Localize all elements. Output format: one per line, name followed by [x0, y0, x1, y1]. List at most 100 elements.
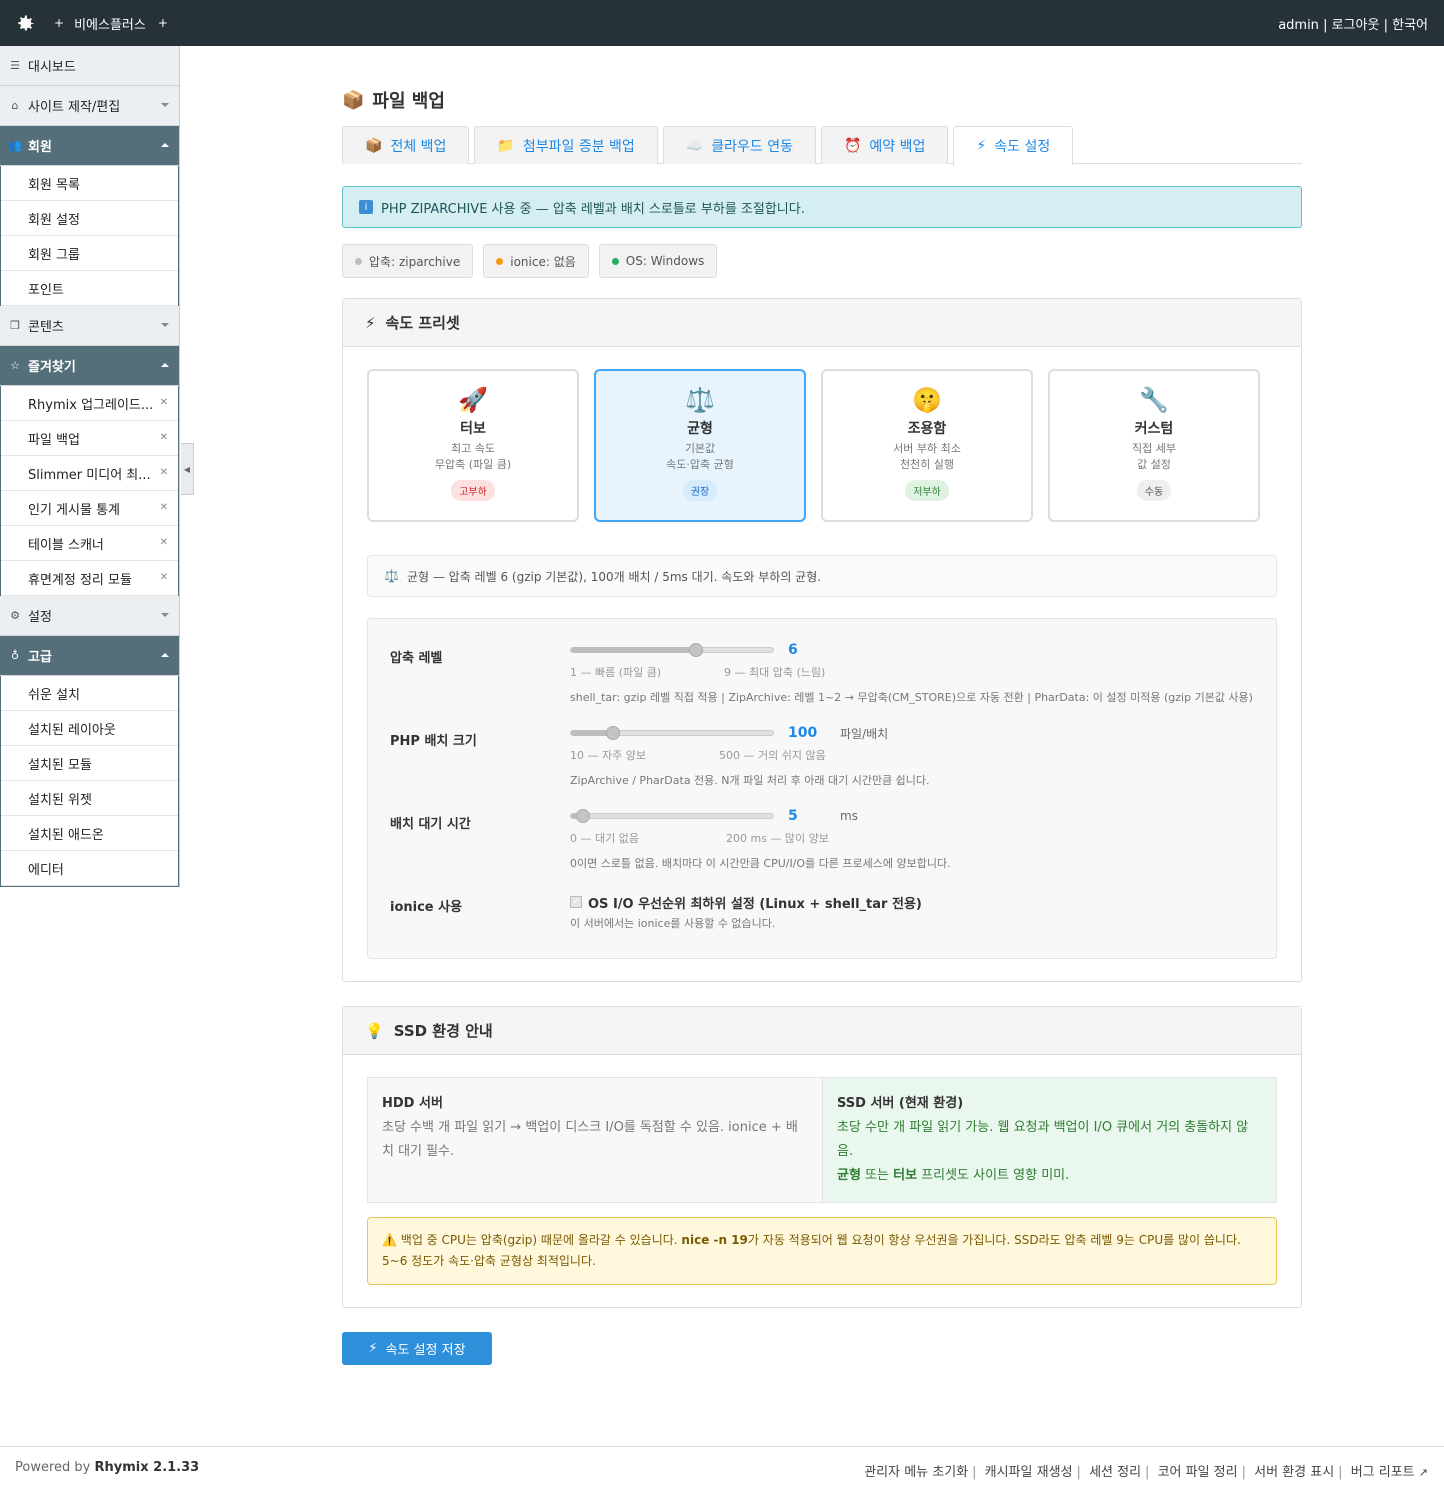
slider-handle[interactable]: [605, 726, 620, 740]
ssd-tip: 균형 또는 터보 프리셋도 사이트 영향 미미.: [837, 1164, 1262, 1188]
preset-desc-line: 무압축 (파일 큼): [434, 458, 512, 471]
lightbulb-icon: 💡: [365, 1021, 384, 1040]
batch-size-slider[interactable]: [570, 726, 774, 740]
footer-link-bug-report[interactable]: 버그 리포트: [1351, 1465, 1415, 1480]
footer-link-regenerate-cache[interactable]: 캐시파일 재생성: [985, 1465, 1073, 1480]
ionice-checkbox[interactable]: ✓: [570, 896, 582, 908]
tick-min: 1 — 빠름 (파일 큼): [570, 666, 662, 679]
close-icon[interactable]: ✕: [160, 502, 168, 513]
shush-face-icon: 🤫: [912, 386, 942, 414]
batch-wait-row: 배치 대기 시간 5 ms 0 — 대기 없음 200 ms — 많이 양보 0이…: [390, 805, 1254, 874]
gear-icon[interactable]: [14, 11, 38, 35]
favorite-item[interactable]: 파일 백업 ✕: [1, 421, 178, 456]
preset-card-quiet[interactable]: 🤫 조용함 서버 부하 최소 천천히 실행 저부하: [821, 369, 1033, 522]
tick-max: 9 — 최대 압축 (느림): [724, 666, 826, 679]
favorite-item[interactable]: 휴면계정 정리 모듈 ✕: [1, 561, 178, 596]
speed-preset-panel: ⚡ 속도 프리셋 🚀 터보 최고 속도 무압축 (파일 큼) 고부하 ⚖️ 균형 …: [342, 298, 1302, 982]
tab-label: 속도 설정: [994, 139, 1051, 155]
add-icon[interactable]: +: [54, 16, 64, 30]
tab-scheduled-backup[interactable]: ⏰ 예약 백업: [820, 126, 949, 164]
close-icon[interactable]: ✕: [160, 432, 168, 443]
save-speed-settings-button[interactable]: ⚡ 속도 설정 저장: [342, 1332, 492, 1365]
separator: |: [1241, 1465, 1246, 1480]
ssd-title: SSD 서버 (현재 환경): [837, 1096, 964, 1111]
tick-max: 200 ms — 많이 양보: [726, 832, 829, 845]
tab-incremental-backup[interactable]: 📁 첨부파일 증분 백업: [474, 126, 658, 164]
batch-wait-slider[interactable]: [570, 809, 774, 823]
tab-cloud[interactable]: ☁️ 클라우드 연동: [662, 126, 816, 164]
footer-link-server-env[interactable]: 서버 환경 표시: [1254, 1465, 1334, 1480]
slider-handle[interactable]: [688, 643, 703, 657]
panel-body: 🚀 터보 최고 속도 무압축 (파일 큼) 고부하 ⚖️ 균형 기본값 속도·압축 …: [343, 347, 1301, 981]
preset-description: ⚖️ 균형 — 압축 레벨 6 (gzip 기본값), 100개 배치 / 5m…: [367, 555, 1277, 597]
disk-comparison: HDD 서버 초당 수백 개 파일 읽기 → 백업이 디스크 I/O를 독점할 …: [367, 1077, 1277, 1203]
tab-full-backup[interactable]: 📦 전체 백업: [342, 126, 470, 164]
user-name-link[interactable]: admin: [1278, 18, 1319, 33]
text: 프리셋도 사이트 영향 미미.: [917, 1168, 1070, 1183]
sidebar-item-label: 콘텐츠: [28, 320, 64, 335]
sidebar-item-advanced[interactable]: ♁ 고급: [0, 636, 179, 676]
close-icon[interactable]: ✕: [160, 537, 168, 548]
favorite-item[interactable]: 테이블 스캐너 ✕: [1, 526, 178, 561]
chevron-down-icon: [161, 103, 169, 107]
close-icon[interactable]: ✕: [160, 397, 168, 408]
sidebar-item-settings[interactable]: ⚙ 설정: [0, 596, 179, 636]
tab-speed-settings[interactable]: ⚡ 속도 설정: [953, 126, 1074, 165]
sidebar-subitem-widgets[interactable]: 설치된 위젯: [1, 781, 178, 816]
chevron-up-icon: [161, 653, 169, 657]
button-label: 속도 설정 저장: [385, 1343, 466, 1358]
sidebar-item-member[interactable]: 👥 회원: [0, 126, 179, 166]
slider-unit: 파일/배치: [840, 726, 889, 741]
sidebar-item-dashboard[interactable]: ☰ 대시보드: [0, 46, 179, 86]
panel-header: ⚡ 속도 프리셋: [343, 299, 1301, 347]
preset-list: 🚀 터보 최고 속도 무압축 (파일 큼) 고부하 ⚖️ 균형 기본값 속도·압축 …: [367, 369, 1277, 522]
sidebar-subitem-member-list[interactable]: 회원 목록: [1, 166, 178, 201]
preset-desc-line: 천천히 실행: [899, 458, 955, 471]
sidebar-subitem-points[interactable]: 포인트: [1, 271, 178, 306]
sidebar-subitem-easy-install[interactable]: 쉬운 설치: [1, 676, 178, 711]
field-label: 압축 레벨: [390, 651, 443, 666]
ionice-chip: ionice: 없음: [483, 244, 589, 278]
preset-card-balanced[interactable]: ⚖️ 균형 기본값 속도·압축 균형 권장: [594, 369, 806, 522]
field-help: ZipArchive / PharData 전용. N개 파일 처리 후 아래 …: [570, 774, 930, 787]
sidebar-item-content[interactable]: ❐ 콘텐츠: [0, 306, 179, 346]
close-icon[interactable]: ✕: [160, 467, 168, 478]
footer-link-reset-menu[interactable]: 관리자 메뉴 초기화: [864, 1465, 968, 1480]
sidebar-item-favorites[interactable]: ☆ 즐겨찾기: [0, 346, 179, 386]
sidebar-subitem-member-group[interactable]: 회원 그룹: [1, 236, 178, 271]
ssd-info-panel: 💡 SSD 환경 안내 HDD 서버 초당 수백 개 파일 읽기 → 백업이 디…: [342, 1006, 1302, 1308]
footer-link-clean-core[interactable]: 코어 파일 정리: [1158, 1465, 1238, 1480]
text: 또는: [860, 1168, 894, 1183]
panel-header: 💡 SSD 환경 안내: [343, 1007, 1301, 1055]
chip-label: ionice: 없음: [510, 254, 576, 269]
language-link[interactable]: 한국어: [1392, 18, 1428, 33]
sidebar-subitem-member-settings[interactable]: 회원 설정: [1, 201, 178, 236]
sidebar-subitem-modules[interactable]: 설치된 모듈: [1, 746, 178, 781]
footer-link-clear-session[interactable]: 세션 정리: [1089, 1465, 1141, 1480]
sidebar-subitem-addons[interactable]: 설치된 애드온: [1, 816, 178, 851]
favorite-item[interactable]: Slimmer 미디어 최... ✕: [1, 456, 178, 491]
preset-card-turbo[interactable]: 🚀 터보 최고 속도 무압축 (파일 큼) 고부하: [367, 369, 579, 522]
field-label: 배치 대기 시간: [390, 817, 471, 832]
close-icon[interactable]: ✕: [160, 572, 168, 583]
logout-link[interactable]: 로그아웃: [1332, 18, 1380, 33]
sidebar-collapse-toggle[interactable]: ◀: [181, 443, 194, 495]
product-link[interactable]: Rhymix 2.1.33: [95, 1460, 200, 1475]
info-icon: i: [359, 200, 373, 214]
site-brand[interactable]: 비에스플러스: [74, 14, 146, 33]
add-site-icon[interactable]: +: [158, 16, 168, 30]
field-label: PHP 배치 크기: [390, 734, 477, 749]
favorite-item[interactable]: 인기 게시물 통계 ✕: [1, 491, 178, 526]
sidebar-subitem-layouts[interactable]: 설치된 레이아웃: [1, 711, 178, 746]
sidebar-item-site-edit[interactable]: ⌂ 사이트 제작/편집: [0, 86, 179, 126]
slider-handle[interactable]: [575, 809, 590, 823]
preset-card-custom[interactable]: 🔧 커스텀 직접 세부 값 설정 수동: [1048, 369, 1260, 522]
favorite-item[interactable]: Rhymix 업그레이드... ✕: [1, 386, 178, 421]
star-icon: ☆: [10, 359, 20, 372]
compression-level-slider[interactable]: [570, 643, 774, 657]
separator: |: [1383, 18, 1388, 33]
slider-ticks: 1 — 빠름 (파일 큼) 9 — 최대 압축 (느림): [570, 664, 1254, 680]
sidebar-subitem-editor[interactable]: 에디터: [1, 851, 178, 886]
scale-icon: ⚖️: [384, 569, 399, 583]
advanced-submenu: 쉬운 설치 설치된 레이아웃 설치된 모듈 설치된 위젯 설치된 애드온 에디터: [0, 676, 179, 887]
